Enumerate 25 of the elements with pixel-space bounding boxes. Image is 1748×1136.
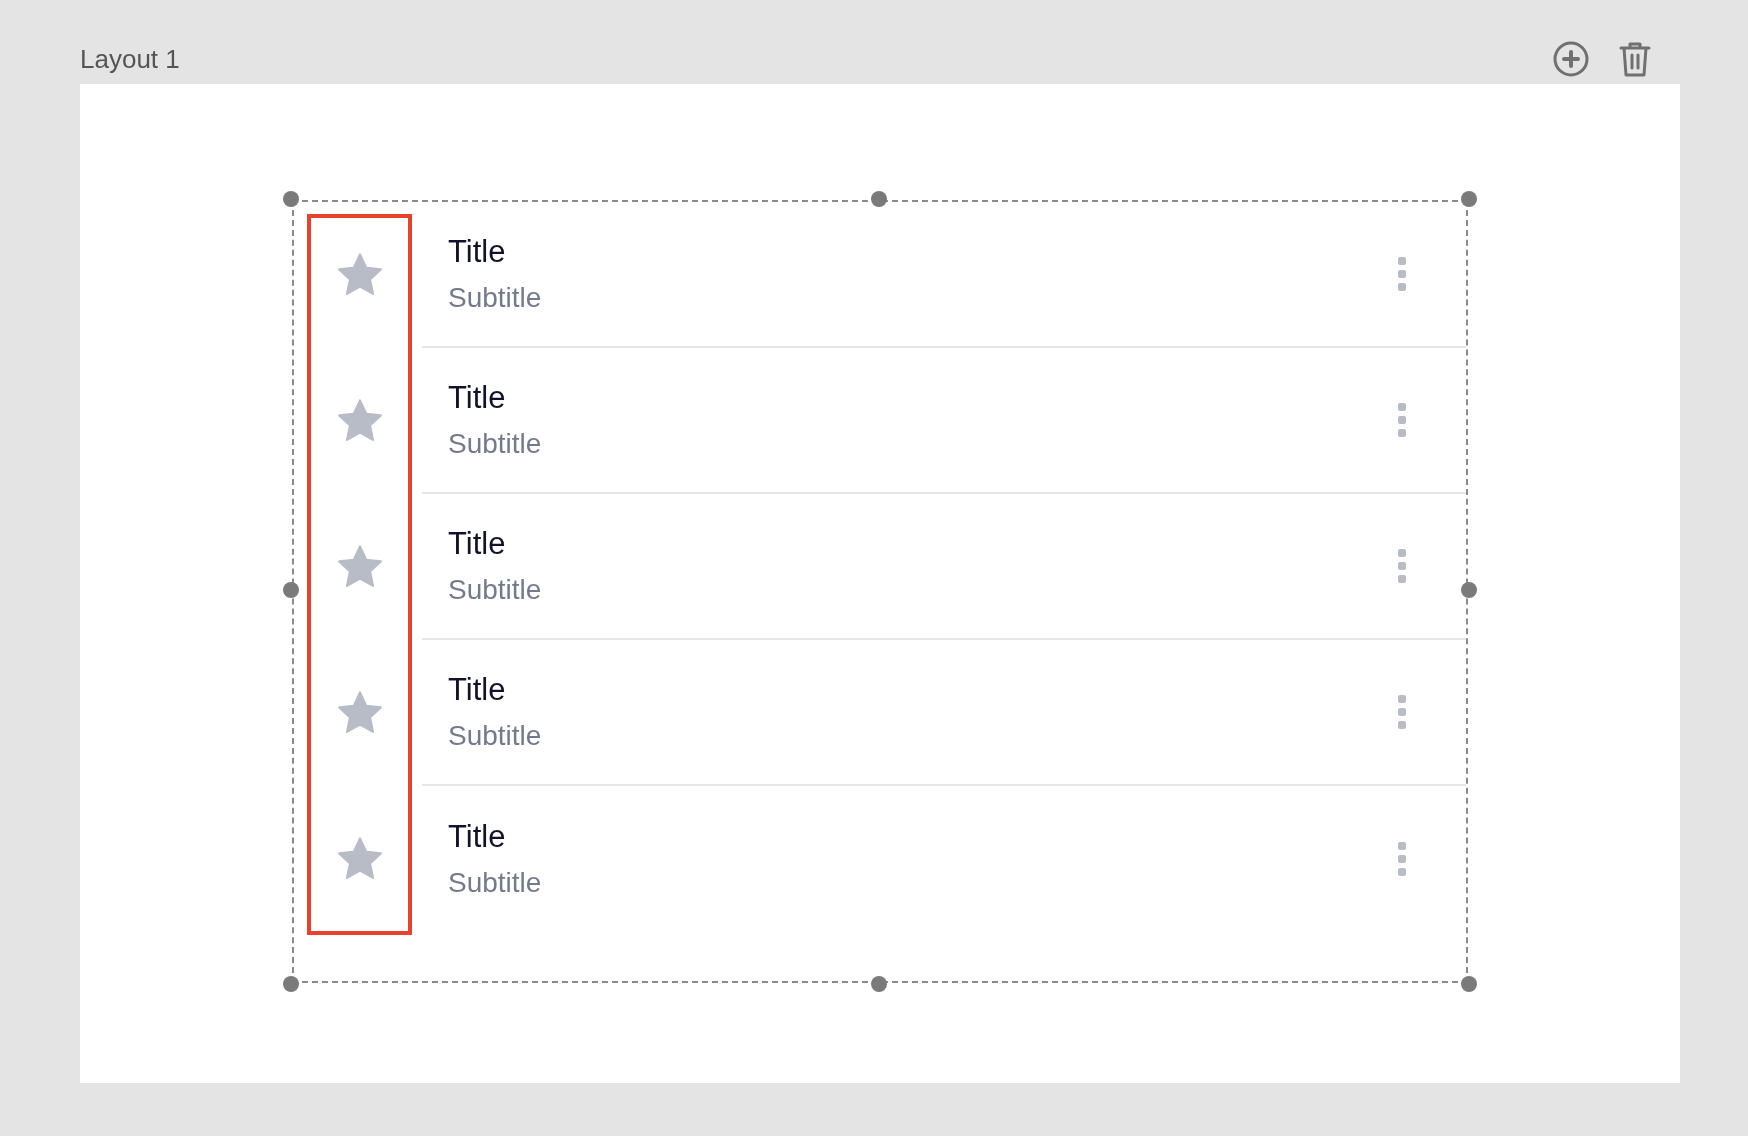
more-icon[interactable] xyxy=(1397,257,1407,291)
item-title: Title xyxy=(448,671,507,709)
more-icon[interactable] xyxy=(1397,549,1407,583)
more-icon[interactable] xyxy=(1397,695,1407,729)
resize-handle[interactable] xyxy=(283,582,299,598)
resize-handle[interactable] xyxy=(1461,191,1477,207)
resize-handle[interactable] xyxy=(1461,582,1477,598)
item-subtitle: Subtitle xyxy=(448,427,542,461)
item-title: Title xyxy=(448,818,507,856)
item-title: Title xyxy=(448,525,507,563)
resize-handle[interactable] xyxy=(871,191,887,207)
item-title: Title xyxy=(448,379,507,417)
more-icon[interactable] xyxy=(1397,842,1407,876)
more-icon[interactable] xyxy=(1397,403,1407,437)
resize-handle[interactable] xyxy=(1461,976,1477,992)
layout-title: Layout 1 xyxy=(80,43,180,75)
resize-handle[interactable] xyxy=(283,976,299,992)
item-subtitle: Subtitle xyxy=(448,281,542,315)
resize-handle[interactable] xyxy=(871,976,887,992)
add-icon[interactable] xyxy=(1551,39,1591,79)
item-subtitle: Subtitle xyxy=(448,866,542,900)
item-title: Title xyxy=(448,233,507,271)
item-subtitle: Subtitle xyxy=(448,719,542,753)
item-subtitle: Subtitle xyxy=(448,573,542,607)
resize-handle[interactable] xyxy=(283,191,299,207)
